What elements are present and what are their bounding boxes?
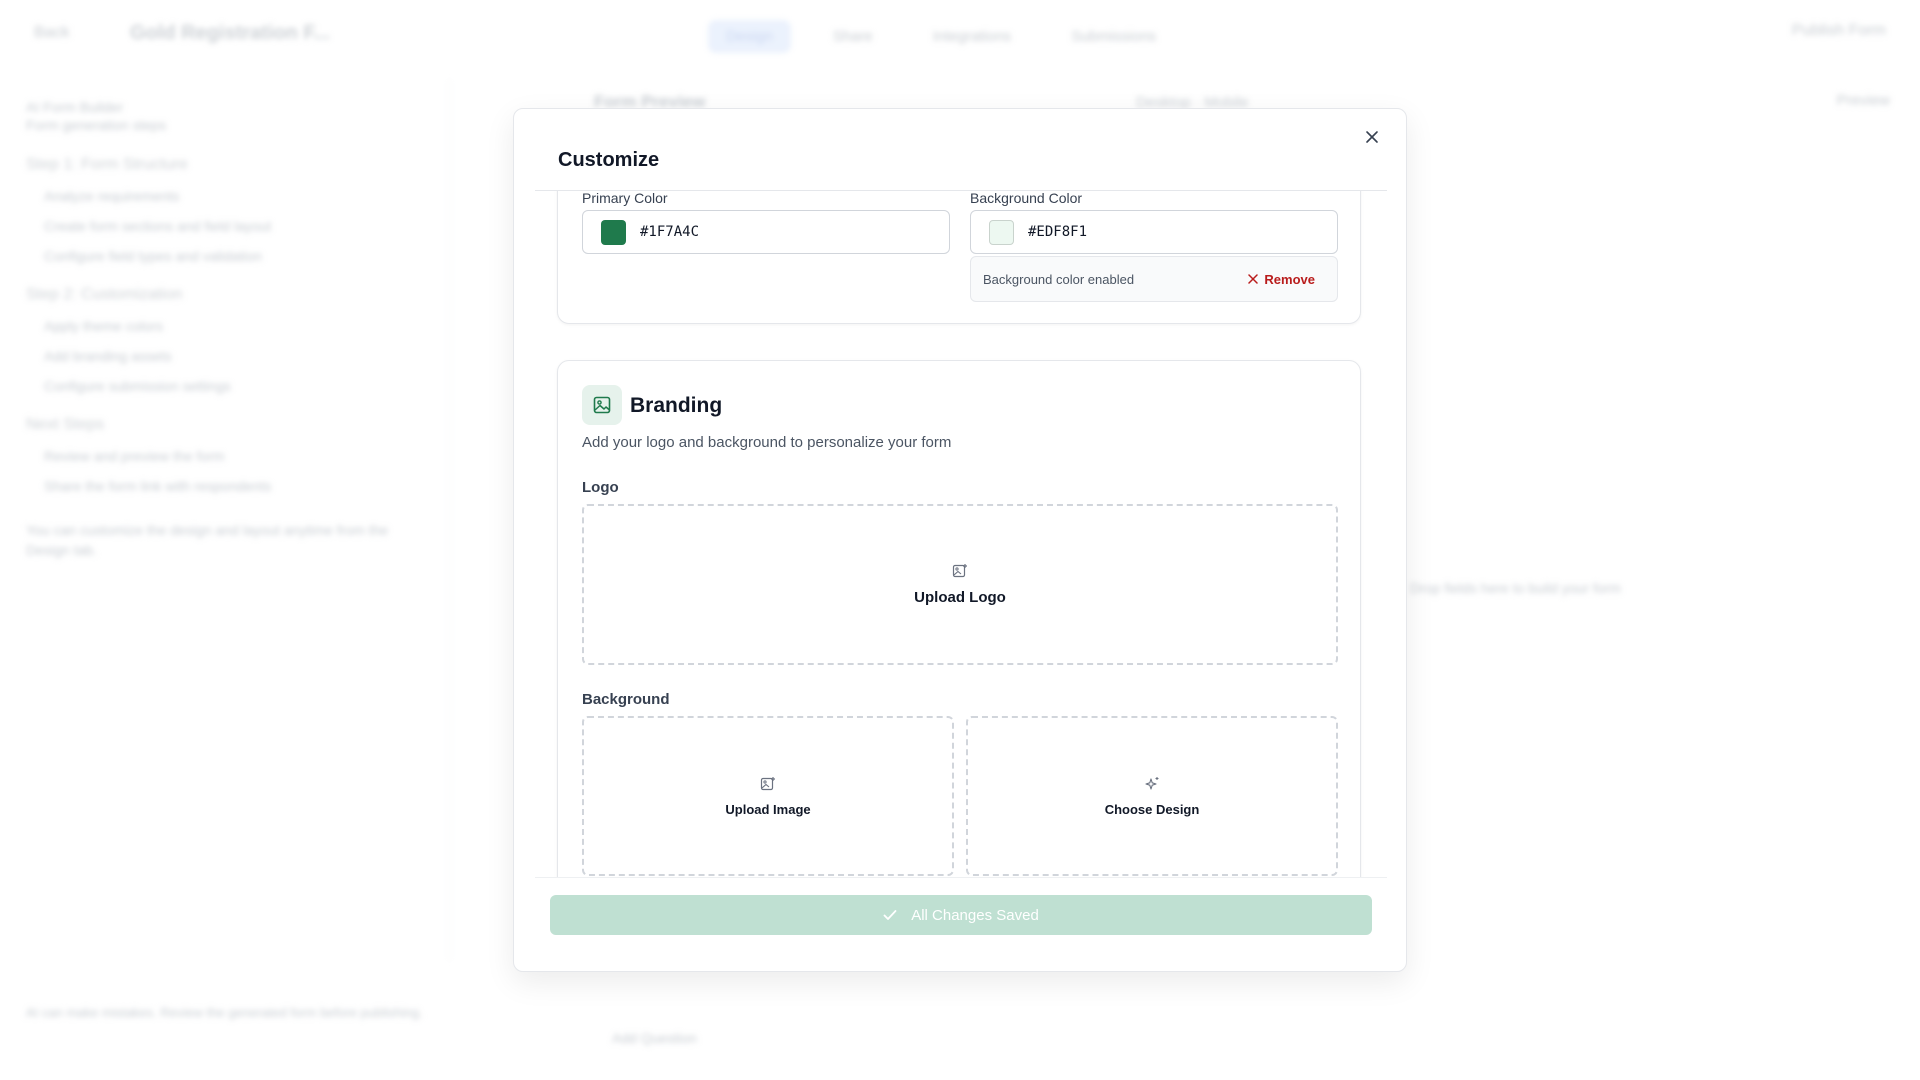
image-plus-icon [952, 564, 967, 578]
modal-footer: All Changes Saved [535, 877, 1387, 951]
background-enabled-notice: Background color enabled Remove [970, 256, 1338, 302]
modal-title: Customize [558, 149, 660, 171]
background-color-input[interactable]: #EDF8F1 [970, 210, 1338, 254]
background-color-hex[interactable]: #EDF8F1 [1028, 224, 1087, 240]
upload-logo-dropzone[interactable]: Upload Logo [582, 504, 1338, 665]
remove-label: Remove [1264, 271, 1315, 287]
upload-image-dropzone[interactable]: Upload Image [582, 716, 954, 876]
image-icon [593, 396, 611, 414]
background-enabled-text: Background color enabled [983, 271, 1135, 287]
branding-title: Branding [630, 394, 723, 417]
primary-color-hex[interactable]: #1F7A4C [640, 224, 699, 240]
choose-design-dropzone[interactable]: Choose Design [966, 716, 1338, 876]
sparkles-icon [1145, 776, 1159, 790]
modal-scroll-area[interactable]: Primary Color #1F7A4C Background Color #… [535, 190, 1387, 877]
close-icon [1248, 274, 1259, 284]
colors-card: Primary Color #1F7A4C Background Color #… [557, 190, 1361, 324]
branding-icon-box [582, 385, 622, 425]
primary-color-swatch[interactable] [601, 219, 626, 245]
save-button[interactable]: All Changes Saved [550, 895, 1372, 935]
branding-card: Branding Add your logo and background to… [557, 360, 1361, 877]
background-color-label: Background Color [970, 190, 1083, 206]
primary-color-label: Primary Color [582, 190, 668, 206]
choose-design-label: Choose Design [1104, 801, 1200, 817]
close-icon [1366, 131, 1378, 143]
primary-color-input[interactable]: #1F7A4C [582, 210, 950, 254]
close-button[interactable] [1358, 123, 1386, 151]
remove-background-button[interactable]: Remove [1238, 266, 1325, 293]
upload-logo-label: Upload Logo [914, 589, 1006, 606]
branding-subtitle: Add your logo and background to personal… [582, 434, 952, 451]
check-icon [883, 910, 897, 920]
save-button-label: All Changes Saved [911, 906, 1039, 924]
image-plus-icon [760, 776, 775, 790]
background-label: Background [582, 691, 670, 708]
customize-modal: Customize Primary Color #1F7A4C Backgrou… [513, 108, 1407, 972]
upload-image-label: Upload Image [725, 801, 811, 817]
background-color-swatch[interactable] [989, 219, 1014, 245]
logo-label: Logo [582, 479, 619, 496]
